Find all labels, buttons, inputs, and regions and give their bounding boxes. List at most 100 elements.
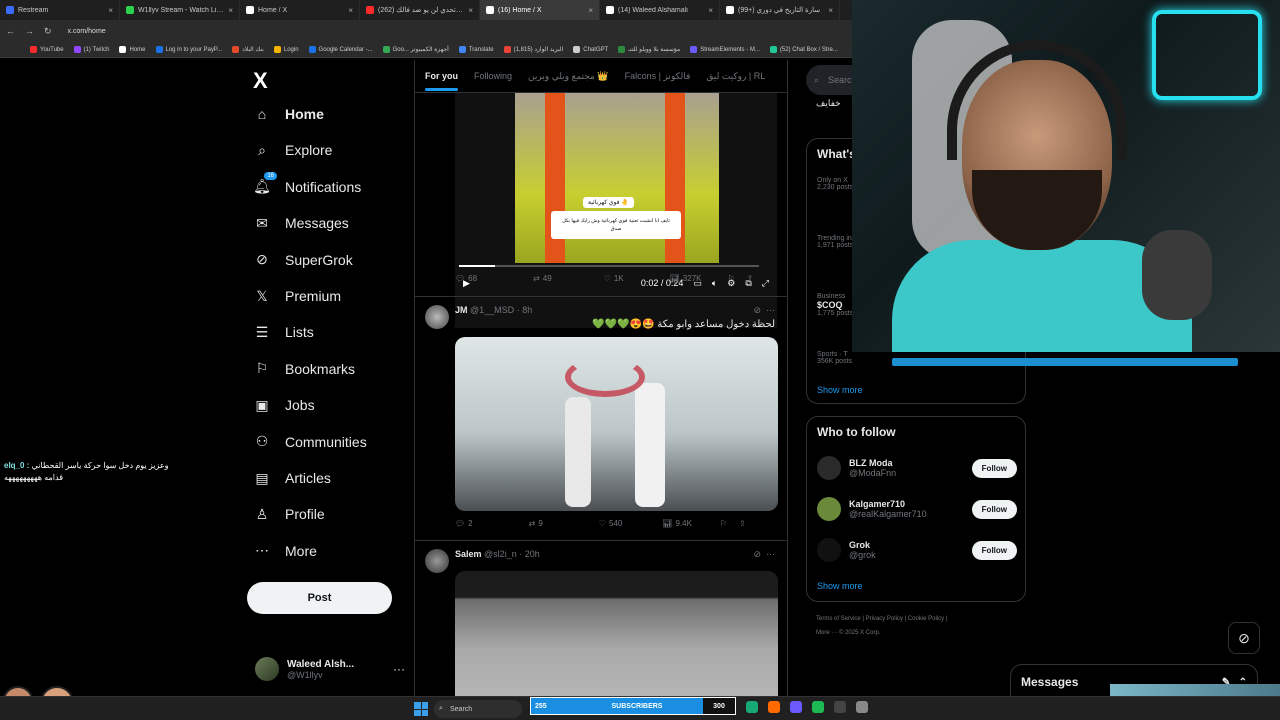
browser-tab[interactable]: W1llyv Stream - Watch Live on × [120,0,240,20]
nav-item-messages[interactable]: ✉ Messages [253,214,349,232]
show-more-link[interactable]: Show more [817,385,863,395]
views-button[interactable]: 📊︎ 9.4K [662,519,692,528]
trend-item[interactable]: Sports · T 356K posts [817,351,852,365]
repost-button[interactable]: ⇄ 49 [533,274,552,283]
views-button[interactable]: 📊︎ 327K [670,274,702,283]
close-icon[interactable]: × [228,6,233,15]
post-menu[interactable]: ⊘ ··· [753,549,775,560]
bookmark-item[interactable]: Translate [458,46,494,53]
follow-suggestion[interactable]: Grok @grok Follow [817,535,1017,565]
post-menu[interactable]: ⊘ ··· [753,305,775,316]
reload-icon[interactable]: ↻ [44,26,52,37]
nav-item-lists[interactable]: ☰ Lists [253,323,314,341]
follow-suggestion[interactable]: BLZ Moda @ModaFnn Follow [817,453,1017,483]
nav-item-notifications[interactable]: 🔔︎ 16 Notifications [253,171,361,196]
nav-item-articles[interactable]: ▤ Articles [253,469,331,487]
bookmark-item[interactable]: StreamElements - M... [690,46,760,53]
taskbar-search[interactable]: ⌕ Search [434,700,522,718]
community-pill[interactable]: خفايف [816,98,841,109]
nav-item-more[interactable]: ⋯ More [253,542,317,560]
share-icon[interactable]: ⇪ [739,519,746,528]
app-icon[interactable] [856,701,868,713]
bookmark-item[interactable]: (1,815) البريد الوارد [503,46,563,53]
video-progress-bar[interactable] [459,265,759,267]
post[interactable]: JM @1__MSD · 8h ⊘ ··· لحظة دخول مساعد وا… [415,296,787,540]
trend-item[interactable]: Business $COQ 1,775 posts [817,293,853,317]
show-more-link[interactable]: Show more [817,581,863,591]
address-bar[interactable]: x.com/home [68,28,106,35]
nav-item-home[interactable]: ⌂ Home [253,105,324,123]
avatar[interactable] [817,456,841,480]
app-icon[interactable] [768,701,780,713]
grok-button[interactable]: ⊘ [1228,622,1260,654]
windows-start-icon[interactable] [414,702,428,716]
bookmark-item[interactable]: YouTube [30,46,64,53]
bookmark-icon[interactable]: ⚐ [720,519,727,528]
avatar[interactable] [817,497,841,521]
footer-links[interactable]: Terms of Service | Privacy Policy | Cook… [816,616,947,622]
avatar[interactable] [425,549,449,573]
browser-tab[interactable]: (16) Home / X × [480,0,600,20]
browser-tab[interactable]: Restream × [0,0,120,20]
browser-tab[interactable]: Home / X × [240,0,360,20]
close-icon[interactable]: × [708,6,713,15]
post-video[interactable] [455,571,778,700]
timeline-tab[interactable]: Following [474,71,512,81]
x-logo-icon[interactable]: X [253,68,268,94]
app-icon[interactable] [834,701,846,713]
bookmark-item[interactable]: Goo... أجهزة الكمبيوتر [382,46,449,53]
timeline-tab[interactable]: For you [425,71,458,91]
app-icon[interactable] [790,701,802,713]
nav-item-supergrok[interactable]: ⊘ SuperGrok [253,251,353,269]
bookmark-item[interactable]: (52) Chat Box / Stre... [769,46,838,53]
forward-icon[interactable]: → [25,26,34,36]
trend-item[interactable]: Only on X 2,230 posts [817,177,853,191]
follow-button[interactable]: Follow [971,499,1017,519]
close-icon[interactable]: × [468,6,473,15]
follow-button[interactable]: Follow [971,540,1017,560]
account-switcher[interactable]: Waleed Alsh... @W1llyv ··· [255,654,405,684]
nav-item-premium[interactable]: 𝕏 Premium [253,287,341,305]
like-button[interactable]: ♡ 1K [604,274,624,283]
bookmark-item[interactable]: Home [119,46,146,53]
timeline-tab[interactable]: مجتمع ويلي وبرين 👑 [528,71,609,82]
nav-item-jobs[interactable]: ▣ Jobs [253,396,314,414]
nav-item-profile[interactable]: ♙ Profile [253,505,325,523]
follow-button[interactable]: Follow [971,458,1017,478]
bookmark-item[interactable]: Google Calendar -... [308,46,373,53]
bookmark-item[interactable]: Login [273,46,299,53]
bookmark-item[interactable]: (1) Twitch [73,46,109,53]
more-dots-icon[interactable]: ··· [393,662,405,676]
trend-item[interactable]: Trending in 1,971 posts [817,235,853,249]
reply-button[interactable]: 💬︎ 2 [455,519,473,528]
video-player[interactable]: فوي كهربائية 🤚 تايف انا انشبت تعنية فوي … [455,93,777,328]
timeline-tab[interactable]: Falcons | فالكونز [625,71,691,82]
post-image[interactable] [455,337,778,511]
follow-suggestion[interactable]: Kalgamer710 @realKalgamer710 Follow [817,494,1017,524]
browser-tab[interactable]: (262) طارق تحدي لن يو ضد فالك × [360,0,480,20]
bookmark-item[interactable]: ChatGPT [573,46,608,53]
bookmark-item[interactable]: Log in to your PayP... [155,46,222,53]
close-icon[interactable]: × [828,6,833,15]
post[interactable]: Salem @sl2i_n · 20h ⊘ ··· [415,540,787,700]
post-button[interactable]: Post [247,582,392,614]
close-icon[interactable]: × [588,6,593,15]
nav-item-bookmarks[interactable]: ⚐ Bookmarks [253,360,355,378]
nav-item-communities[interactable]: ⚇ Communities [253,433,367,451]
share-icon[interactable]: ⇪ [747,274,754,283]
repost-button[interactable]: ⇄ 9 [529,519,543,528]
avatar[interactable] [425,305,449,329]
close-icon[interactable]: × [108,6,113,15]
bookmark-item[interactable]: مؤسسة بلا وويلو للتنـ [618,46,680,53]
browser-tab[interactable]: (14) Waleed Alshamali × [600,0,720,20]
back-icon[interactable]: ← [6,26,15,36]
timeline-tab[interactable]: روكيت ليق | RL [706,71,765,82]
avatar[interactable] [817,538,841,562]
spotify-icon[interactable] [812,701,824,713]
bookmark-icon[interactable]: ⚐ [727,274,734,283]
app-icon[interactable] [746,701,758,713]
like-button[interactable]: ♡ 540 [599,519,623,528]
browser-tab[interactable]: (99+) سارة التاريخ في دوري × [720,0,840,20]
bookmark-item[interactable]: بنك البلاد [232,46,264,53]
reply-button[interactable]: 💬︎ 68 [455,274,477,283]
